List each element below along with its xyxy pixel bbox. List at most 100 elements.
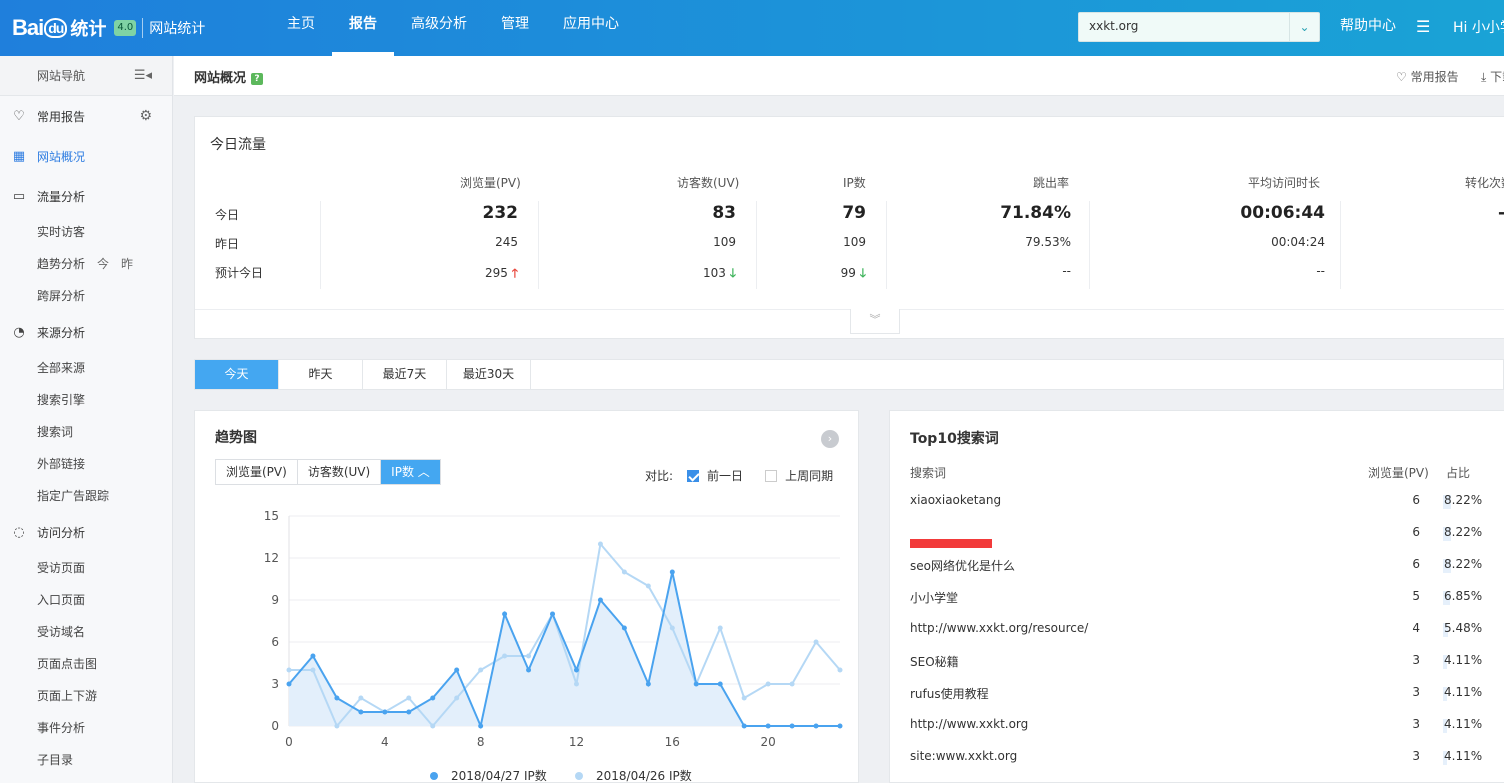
favorite-report-button[interactable]: ♡ 常用报告 [1396, 68, 1459, 85]
data-point-today[interactable] [717, 681, 723, 687]
data-point-today[interactable] [645, 681, 651, 687]
keyword[interactable]: 小小学堂 [910, 589, 958, 606]
data-point-today[interactable] [765, 723, 771, 729]
sidebar-item-trend[interactable]: 趋势分析今昨 [0, 248, 172, 280]
gear-icon[interactable]: ⚙ [139, 108, 152, 124]
table-row[interactable]: 小小学堂 5 6.85% [890, 589, 1504, 621]
data-point-yesterday[interactable] [334, 723, 340, 729]
sidebar-item-overview[interactable]: ▦ 网站概况 [0, 136, 172, 176]
data-point-yesterday[interactable] [717, 625, 723, 631]
compare-prev-day-checkbox[interactable] [687, 469, 700, 482]
data-point-today[interactable] [693, 681, 699, 687]
compare-prev-day-label[interactable]: 前一日 [707, 467, 743, 484]
data-point-today[interactable] [382, 709, 388, 715]
keyword[interactable]: seo网络优化是什么 [910, 557, 1015, 574]
data-point-yesterday[interactable] [430, 723, 436, 729]
sidebar-item-favorite-reports[interactable]: ♡ 常用报告 ⚙ [0, 96, 172, 136]
data-point-yesterday[interactable] [837, 667, 843, 673]
sidebar-item-subdirectory[interactable]: 子目录 [0, 744, 172, 776]
nav-reports[interactable]: 报告 [332, 0, 394, 56]
data-point-today[interactable] [789, 723, 795, 729]
data-point-yesterday[interactable] [597, 541, 603, 547]
data-point-yesterday[interactable] [789, 681, 795, 687]
table-row[interactable]: seo网络优化是什么 6 8.22% [890, 557, 1504, 589]
data-point-today[interactable] [573, 667, 579, 673]
data-point-yesterday[interactable] [813, 639, 819, 645]
chevron-right-icon[interactable]: › [821, 430, 839, 448]
chevron-down-icon[interactable]: ⌄ [1289, 13, 1319, 41]
data-point-today[interactable] [837, 723, 843, 729]
data-point-today[interactable] [741, 723, 747, 729]
data-point-yesterday[interactable] [573, 681, 579, 687]
trend-today-link[interactable]: 今 [97, 257, 109, 271]
sidebar-item-visited-domains[interactable]: 受访域名 [0, 616, 172, 648]
tab-yesterday[interactable]: 昨天 [279, 360, 363, 389]
expand-chevron-icon[interactable]: ︾ [850, 309, 900, 334]
data-point-today[interactable] [286, 681, 292, 687]
keyword[interactable]: SEO秘籍 [910, 653, 959, 670]
legend-label-today[interactable]: 2018/04/27 IP数 [451, 768, 547, 783]
sidebar-item-click-map[interactable]: 页面点击图 [0, 648, 172, 680]
table-row[interactable]: rufus使用教程 3 4.11% [890, 685, 1504, 717]
sidebar-item-cross-screen[interactable]: 跨屏分析 [0, 280, 172, 312]
compare-last-week-label[interactable]: 上周同期 [785, 467, 833, 484]
trend-yesterday-link[interactable]: 昨 [121, 257, 133, 271]
sidebar-item-events[interactable]: 事件分析 [0, 712, 172, 744]
keyword[interactable]: rufus使用教程 [910, 685, 989, 702]
metric-tab-uv[interactable]: 访客数(UV) [298, 460, 382, 484]
metric-tab-ip[interactable]: IP数 ︿ [381, 460, 440, 484]
sidebar-item-search-engines[interactable]: 搜索引擎 [0, 384, 172, 416]
legend-label-yesterday[interactable]: 2018/04/26 IP数 [596, 768, 692, 783]
sidebar-group-traffic[interactable]: ▭ 流量分析 [0, 176, 172, 216]
table-row[interactable]: SEO秘籍 3 4.11% [890, 653, 1504, 685]
data-point-yesterday[interactable] [310, 667, 316, 673]
data-point-today[interactable] [406, 709, 412, 715]
table-row[interactable]: site:www.xxkt.org 3 4.11% [890, 749, 1504, 781]
help-center-link[interactable]: 帮助中心 [1340, 15, 1396, 35]
nav-app-center[interactable]: 应用中心 [546, 0, 636, 56]
data-point-yesterday[interactable] [478, 667, 484, 673]
tab-last-7-days[interactable]: 最近7天 [363, 360, 447, 389]
sidebar-group-visit[interactable]: ◌ 访问分析 [0, 512, 172, 552]
sidebar-item-page-flow[interactable]: 页面上下游 [0, 680, 172, 712]
sidebar-item-external-links[interactable]: 外部链接 [0, 448, 172, 480]
data-point-yesterday[interactable] [621, 569, 627, 575]
data-point-yesterday[interactable] [286, 667, 292, 673]
data-point-today[interactable] [550, 611, 556, 617]
data-point-today[interactable] [430, 695, 436, 701]
sidebar-item-entry-pages[interactable]: 入口页面 [0, 584, 172, 616]
user-greeting[interactable]: Hi 小小学 [1453, 17, 1504, 37]
data-point-yesterday[interactable] [502, 653, 508, 659]
sidebar-item-all-sources[interactable]: 全部来源 [0, 352, 172, 384]
data-point-today[interactable] [621, 625, 627, 631]
sidebar-item-ad-tracking[interactable]: 指定广告跟踪 [0, 480, 172, 512]
data-point-yesterday[interactable] [741, 695, 747, 701]
keyword-redacted[interactable] [910, 535, 992, 551]
data-point-today[interactable] [597, 597, 603, 603]
data-point-today[interactable] [813, 723, 819, 729]
data-point-today[interactable] [669, 569, 675, 575]
sidebar-group-source[interactable]: ◔ 来源分析 [0, 312, 172, 352]
site-selector[interactable]: xxkt.org ⌄ [1078, 12, 1320, 42]
data-point-yesterday[interactable] [454, 695, 460, 701]
nav-home[interactable]: 主页 [270, 0, 332, 56]
nav-advanced[interactable]: 高级分析 [394, 0, 484, 56]
keyword[interactable]: http://www.xxkt.org [910, 717, 1028, 731]
data-point-yesterday[interactable] [765, 681, 771, 687]
help-question-icon[interactable]: ? [251, 72, 264, 85]
table-row[interactable]: http://www.xxkt.org/resource/4 5.48% [890, 621, 1504, 653]
data-point-yesterday[interactable] [358, 695, 364, 701]
keyword[interactable]: http://www.xxkt.org/resource/ [910, 621, 1088, 635]
table-row[interactable]: http://www.xxkt.org 3 4.11% [890, 717, 1504, 749]
data-point-yesterday[interactable] [669, 625, 675, 631]
data-point-yesterday[interactable] [645, 583, 651, 589]
keyword[interactable]: xiaoxiaoketang [910, 493, 1001, 507]
data-point-today[interactable] [478, 723, 484, 729]
data-point-today[interactable] [310, 653, 316, 659]
menu-list-icon[interactable]: ☰ [1416, 17, 1430, 36]
compare-last-week-checkbox[interactable] [765, 469, 778, 482]
sidebar-item-search-terms[interactable]: 搜索词 [0, 416, 172, 448]
collapse-sidebar-icon[interactable]: ☰◂ [134, 56, 152, 96]
data-point-yesterday[interactable] [406, 695, 412, 701]
tab-today[interactable]: 今天 [195, 360, 279, 389]
